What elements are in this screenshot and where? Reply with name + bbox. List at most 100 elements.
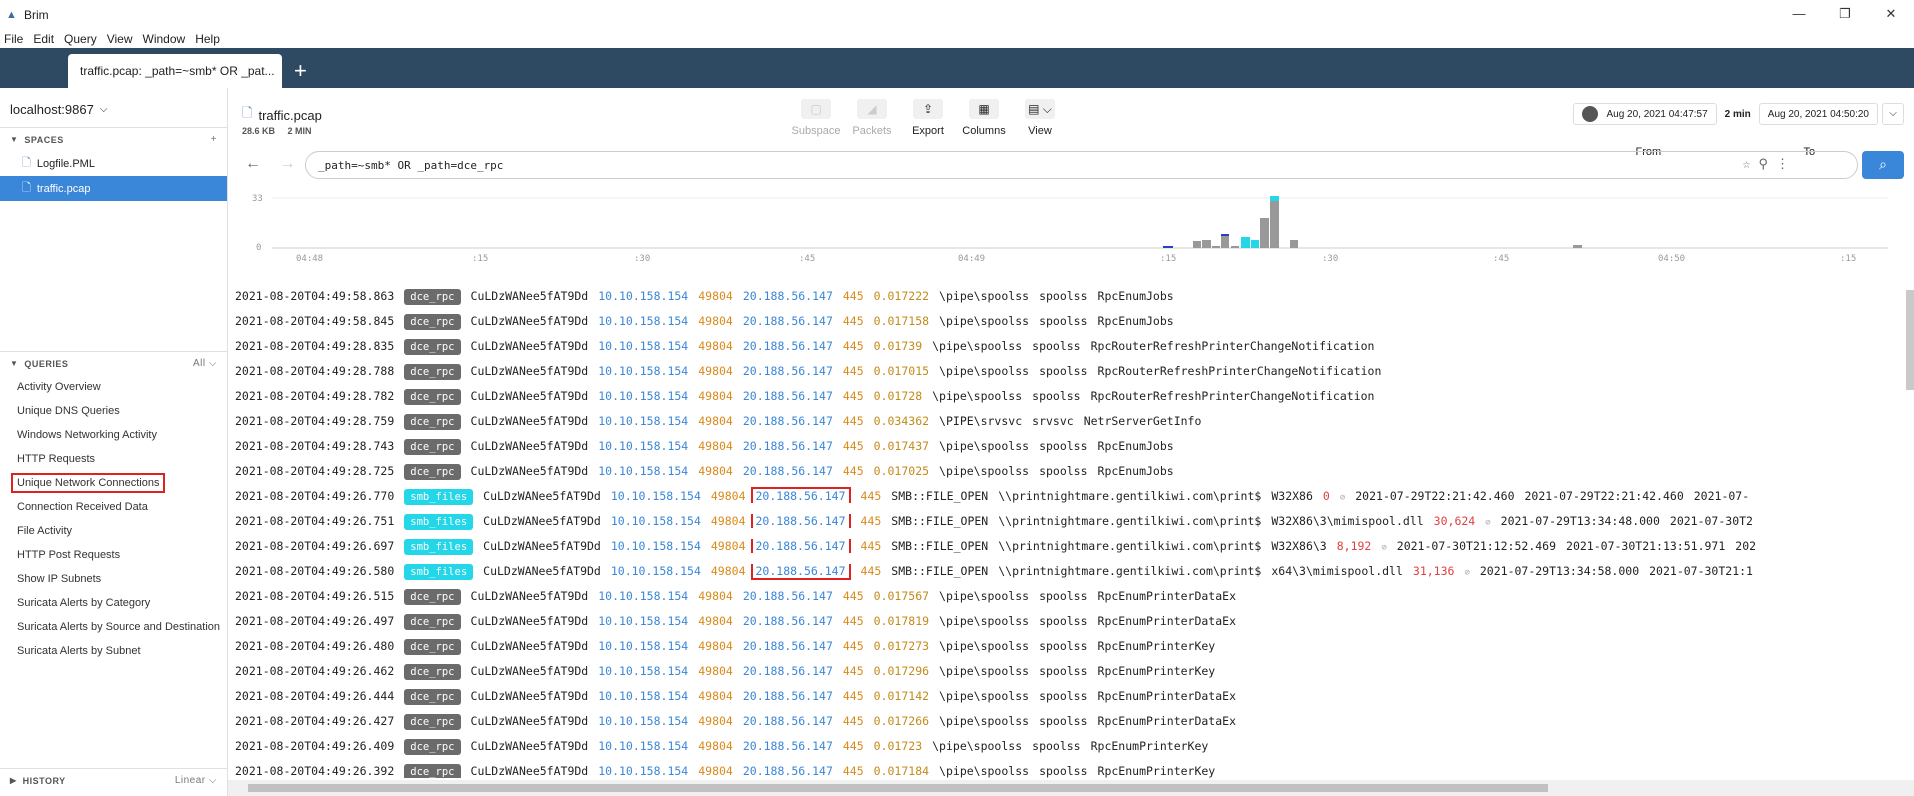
event-dst-ip[interactable]: 20.188.56.147 (743, 389, 833, 403)
event-uid[interactable]: CuLDzWANee5fAT9Dd (483, 489, 601, 503)
event-time[interactable]: 2021-07-29T13:34:58.000 (1480, 564, 1639, 578)
event-ts[interactable]: 2021-08-20T04:49:26.462 (235, 664, 394, 678)
event-field[interactable]: 0.017266 (874, 714, 929, 728)
event-field[interactable]: RpcEnumPrinterDataEx (1098, 589, 1236, 603)
menu-help[interactable]: Help (195, 32, 220, 46)
event-path-badge[interactable]: dce_rpc (404, 589, 461, 605)
tab-traffic-pcap[interactable]: traffic.pcap: _path=~smb* OR _pat... (68, 54, 282, 88)
menu-window[interactable]: Window (143, 32, 186, 46)
event-dst-port[interactable]: 445 (843, 664, 864, 678)
event-src-ip[interactable]: 10.10.158.154 (611, 514, 701, 528)
event-src-port[interactable]: 49804 (698, 739, 733, 753)
query-suricata-by-category[interactable]: Suricata Alerts by Category (0, 591, 227, 615)
event-dst-ip[interactable]: 20.188.56.147 (750, 487, 851, 503)
event-ts[interactable]: 2021-08-20T04:49:26.427 (235, 714, 394, 728)
query-activity-overview[interactable]: Activity Overview (0, 375, 227, 399)
event-field[interactable]: 0.01739 (874, 339, 922, 353)
event-file-name[interactable]: W32X86\3\mimispool.dll (1271, 514, 1423, 528)
event-action[interactable]: SMB::FILE_OPEN (891, 489, 988, 503)
event-time[interactable]: 2021-07-29T22:21:42.460 (1355, 489, 1514, 503)
event-field[interactable]: spoolss (1032, 739, 1080, 753)
event-row[interactable]: 2021-08-20T04:49:26.580 smb_files CuLDzWAN… (228, 559, 1914, 584)
event-src-ip[interactable]: 10.10.158.154 (598, 389, 688, 403)
event-dst-port[interactable]: 445 (843, 339, 864, 353)
event-ts[interactable]: 2021-08-20T04:49:28.835 (235, 339, 394, 353)
event-uid[interactable]: CuLDzWANee5fAT9Dd (471, 289, 589, 303)
event-field[interactable]: RpcEnumJobs (1098, 439, 1174, 453)
event-dst-port[interactable]: 445 (843, 589, 864, 603)
event-dst-port[interactable]: 445 (861, 514, 882, 528)
event-src-port[interactable]: 49804 (711, 489, 746, 503)
back-arrow-icon[interactable]: ← (245, 155, 261, 172)
event-row[interactable]: 2021-08-20T04:49:26.480 dce_rpc CuLDzWANee… (228, 634, 1914, 659)
event-field[interactable]: 0.017567 (874, 589, 929, 603)
query-unique-network-connections[interactable]: Unique Network Connections (0, 471, 227, 495)
event-file-name[interactable]: x64\3\mimispool.dll (1271, 564, 1403, 578)
event-field[interactable]: 0.01728 (874, 389, 922, 403)
event-row[interactable]: 2021-08-20T04:49:26.770 smb_files CuLDzWAN… (228, 484, 1914, 509)
event-dst-port[interactable]: 445 (843, 364, 864, 378)
event-uid[interactable]: CuLDzWANee5fAT9Dd (471, 464, 589, 478)
event-ts[interactable]: 2021-08-20T04:49:26.392 (235, 764, 394, 778)
event-field[interactable]: 0.017015 (874, 364, 929, 378)
space-item-logfile[interactable]: 🗋 Logfile.PML (0, 151, 227, 176)
event-row[interactable]: 2021-08-20T04:49:28.788 dce_rpc CuLDzWANee… (228, 359, 1914, 384)
minimize-button[interactable]: — (1776, 0, 1822, 30)
query-suricata-by-src-dst[interactable]: Suricata Alerts by Source and Destinatio… (0, 615, 227, 639)
event-field[interactable]: spoolss (1039, 589, 1087, 603)
time-range-dropdown[interactable]: ⌵ (1882, 103, 1904, 125)
event-field[interactable]: \pipe\spoolss (939, 664, 1029, 678)
event-dst-ip[interactable]: 20.188.56.147 (743, 664, 833, 678)
history-mode-dropdown[interactable]: Linear ⌵ (175, 775, 217, 786)
event-dst-port[interactable]: 445 (843, 614, 864, 628)
event-uid[interactable]: CuLDzWANee5fAT9Dd (471, 664, 589, 678)
packets-button[interactable]: ◢ Packets (844, 99, 900, 137)
event-src-port[interactable]: 49804 (698, 339, 733, 353)
event-time[interactable]: 2021-07- (1694, 489, 1749, 503)
event-file-size[interactable]: 0 (1323, 489, 1330, 503)
event-file-size[interactable]: 8,192 (1337, 539, 1372, 553)
space-item-traffic-pcap[interactable]: 🗋 traffic.pcap (0, 176, 227, 201)
query-http-post-requests[interactable]: HTTP Post Requests (0, 543, 227, 567)
event-src-ip[interactable]: 10.10.158.154 (598, 314, 688, 328)
event-uid[interactable]: CuLDzWANee5fAT9Dd (471, 589, 589, 603)
event-src-ip[interactable]: 10.10.158.154 (611, 489, 701, 503)
event-path-badge[interactable]: dce_rpc (404, 714, 461, 730)
event-field[interactable]: \pipe\spoolss (939, 614, 1029, 628)
event-field[interactable]: \pipe\spoolss (939, 289, 1029, 303)
menu-view[interactable]: View (107, 32, 133, 46)
event-path-badge[interactable]: dce_rpc (404, 464, 461, 480)
event-path-badge[interactable]: dce_rpc (404, 289, 461, 305)
event-field[interactable]: srvsvc (1032, 414, 1074, 428)
event-path-badge[interactable]: dce_rpc (404, 739, 461, 755)
event-file-name[interactable]: W32X86 (1271, 489, 1313, 503)
event-path-badge[interactable]: dce_rpc (404, 689, 461, 705)
event-field[interactable]: \pipe\spoolss (939, 439, 1029, 453)
spaces-section-header[interactable]: ▼ SPACES + (0, 127, 227, 151)
event-path-badge[interactable]: dce_rpc (404, 639, 461, 655)
event-ts[interactable]: 2021-08-20T04:49:28.782 (235, 389, 394, 403)
subspace-button[interactable]: ▢ Subspace (788, 99, 844, 137)
event-path-badge[interactable]: dce_rpc (404, 614, 461, 630)
event-dst-ip[interactable]: 20.188.56.147 (743, 689, 833, 703)
event-dst-port[interactable]: 445 (843, 464, 864, 478)
event-uid[interactable]: CuLDzWANee5fAT9Dd (483, 564, 601, 578)
event-time[interactable]: 2021-07-30T21:12:52.469 (1397, 539, 1556, 553)
event-field[interactable]: spoolss (1039, 664, 1087, 678)
event-dst-ip[interactable]: 20.188.56.147 (743, 639, 833, 653)
columns-button[interactable]: ▦ Columns (956, 99, 1012, 137)
host-selector[interactable]: localhost:9867 ⌵ (0, 88, 227, 127)
event-field[interactable]: spoolss (1039, 364, 1087, 378)
event-src-ip[interactable]: 10.10.158.154 (598, 414, 688, 428)
event-uid[interactable]: CuLDzWANee5fAT9Dd (471, 414, 589, 428)
history-section-header[interactable]: ▶ HISTORY Linear ⌵ (0, 769, 227, 792)
event-row[interactable]: 2021-08-20T04:49:26.444 dce_rpc CuLDzWANee… (228, 684, 1914, 709)
event-time[interactable]: 2021-07-29T13:34:48.000 (1501, 514, 1660, 528)
event-src-ip[interactable]: 10.10.158.154 (598, 589, 688, 603)
event-share-path[interactable]: \\printnightmare.gentilkiwi.com\print$ (998, 564, 1261, 578)
event-path-badge[interactable]: smb_files (404, 489, 474, 505)
event-field[interactable]: 0.017296 (874, 664, 929, 678)
event-src-port[interactable]: 49804 (698, 614, 733, 628)
event-field[interactable]: 0.017142 (874, 689, 929, 703)
pin-icon[interactable]: ⚲ (1758, 157, 1768, 172)
